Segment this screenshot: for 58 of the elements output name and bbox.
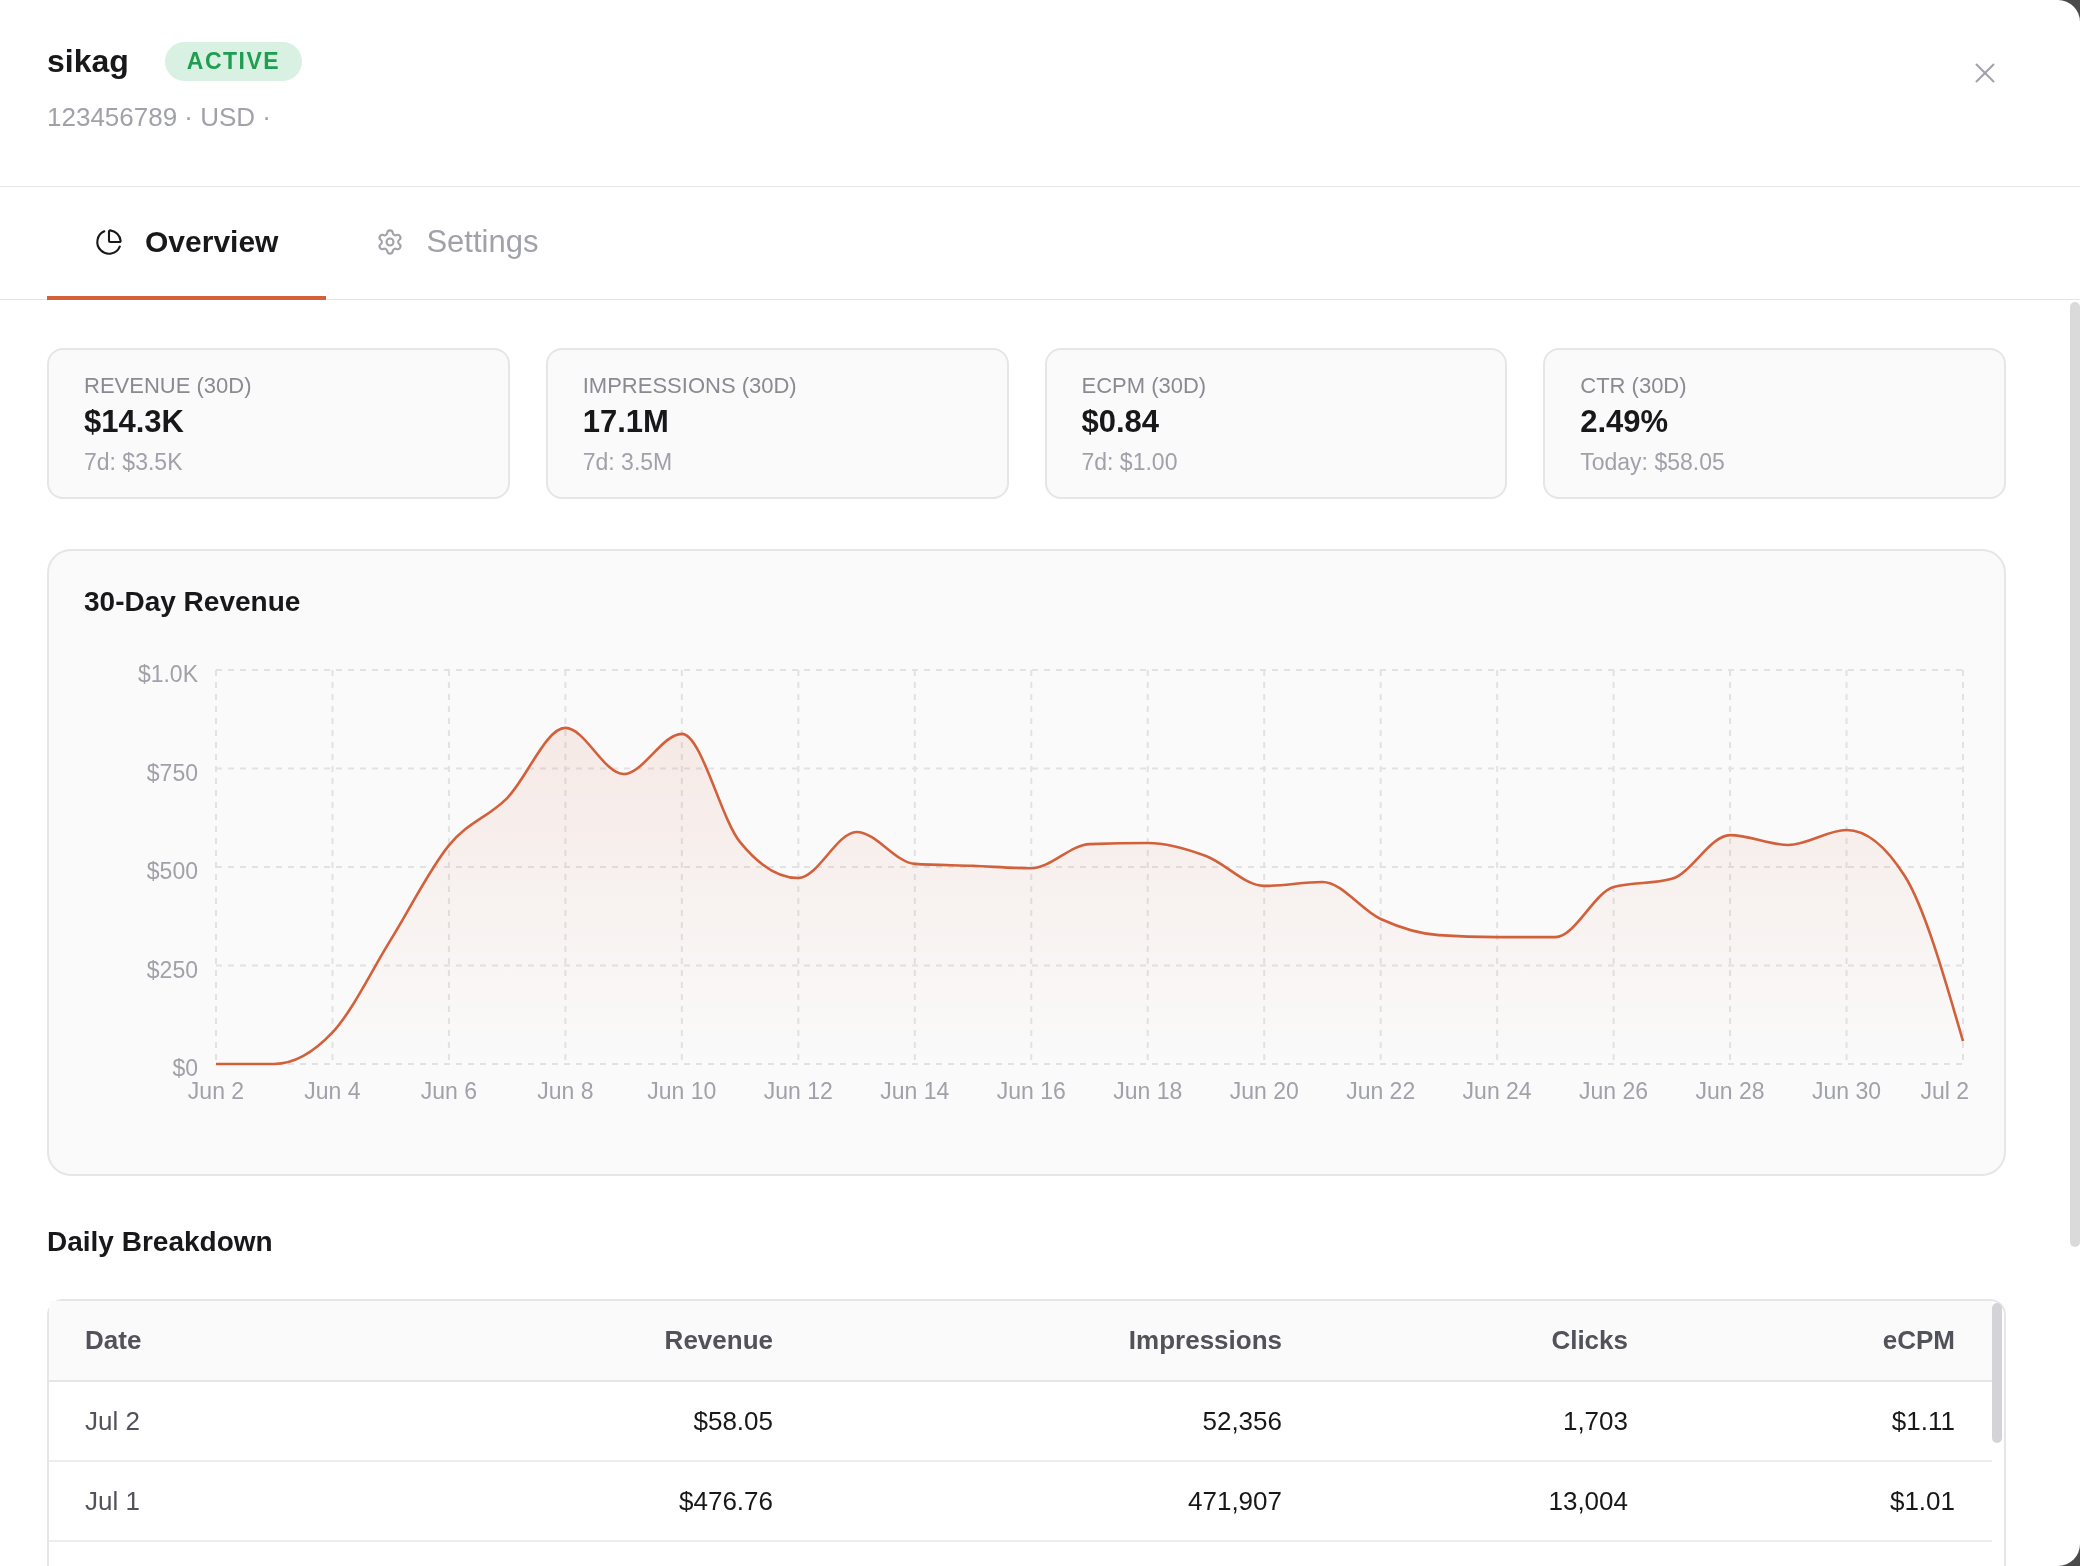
table-cell-text: 471,907: [1188, 1484, 1282, 1518]
status-badge: ACTIVE: [164, 41, 303, 81]
stat-value: $0.84: [1081, 403, 1161, 440]
x-axis-label: Jun 12: [763, 1078, 833, 1104]
stat-note: 7d: $3.5K: [84, 447, 184, 476]
y-axis-label: $0: [172, 1055, 198, 1081]
x-axis-label: Jun 28: [1695, 1078, 1765, 1104]
x-axis-label: Jun 6: [420, 1078, 478, 1104]
stat-label: IMPRESSIONS (30D): [582, 371, 798, 400]
stat-value: $14.3K: [84, 403, 185, 440]
column-header: Revenue: [664, 1324, 773, 1357]
x-axis-label: Jun 8: [537, 1078, 594, 1104]
stat-note: 7d: 3.5M: [582, 447, 674, 476]
x-axis-label: Jun 16: [996, 1078, 1066, 1104]
table-cell-text: Jul 1: [85, 1484, 140, 1518]
pie-chart-icon: [95, 227, 123, 256]
tab[interactable]: Overview: [47, 187, 327, 300]
column-header: Clicks: [1551, 1324, 1628, 1357]
x-axis-label: Jun 24: [1462, 1078, 1532, 1104]
x-axis-label: Jun 4: [304, 1078, 361, 1104]
x-axis-label: Jun 18: [1113, 1078, 1183, 1104]
column-header: Impressions: [1128, 1324, 1282, 1357]
stat-label: REVENUE (30D): [84, 371, 253, 400]
section-title: Daily Breakdown: [47, 1226, 274, 1258]
x-axis-label: Jun 14: [880, 1078, 950, 1104]
stat-value: 2.49%: [1580, 403, 1670, 440]
table-cell-text: Jul 2: [85, 1404, 140, 1438]
x-axis-label: Jun 10: [647, 1078, 717, 1104]
account-meta: 123456789 · USD ·: [47, 101, 273, 133]
column-header: Date: [85, 1324, 142, 1357]
stat-note: 7d: $1.00: [1081, 447, 1179, 476]
chart-title: 30-Day Revenue: [84, 586, 302, 618]
column-header: eCPM: [1882, 1324, 1955, 1357]
x-axis-label: Jun 2: [187, 1078, 245, 1104]
settings-icon: [376, 227, 405, 256]
table-cell-text: 1,703: [1562, 1404, 1628, 1438]
scrollbar-thumb[interactable]: [2070, 302, 2080, 1247]
y-axis-label: $250: [146, 956, 198, 983]
table-cell-text: $1.01: [1889, 1484, 1955, 1518]
x-axis-label: Jun 22: [1346, 1078, 1416, 1104]
table-cell-text: $1.11: [1891, 1404, 1955, 1438]
x-axis-label: Jul 2: [1920, 1078, 1969, 1104]
table-cell-text: $476.76: [679, 1484, 773, 1518]
x-axis-label: Jun 26: [1579, 1078, 1649, 1104]
stat-note: Today: $58.05: [1580, 447, 1726, 476]
stat-label: CTR (30D): [1580, 371, 1688, 400]
x-axis-label: Jun 30: [1812, 1078, 1882, 1104]
y-axis-label: $1.0K: [137, 661, 198, 687]
x-axis-label: Jun 20: [1229, 1078, 1299, 1104]
table-cell-text: 52,356: [1202, 1404, 1282, 1438]
table-cell-text: $58.05: [693, 1404, 773, 1438]
y-axis-label: $500: [146, 858, 198, 884]
stat-label: ECPM (30D): [1081, 371, 1208, 400]
table-cell-text: 13,004: [1548, 1484, 1628, 1518]
y-axis-label: $750: [146, 759, 198, 786]
scrollbar-thumb[interactable]: [1992, 1303, 2002, 1443]
account-name: sikag: [47, 42, 129, 81]
stat-value: 17.1M: [582, 403, 670, 440]
